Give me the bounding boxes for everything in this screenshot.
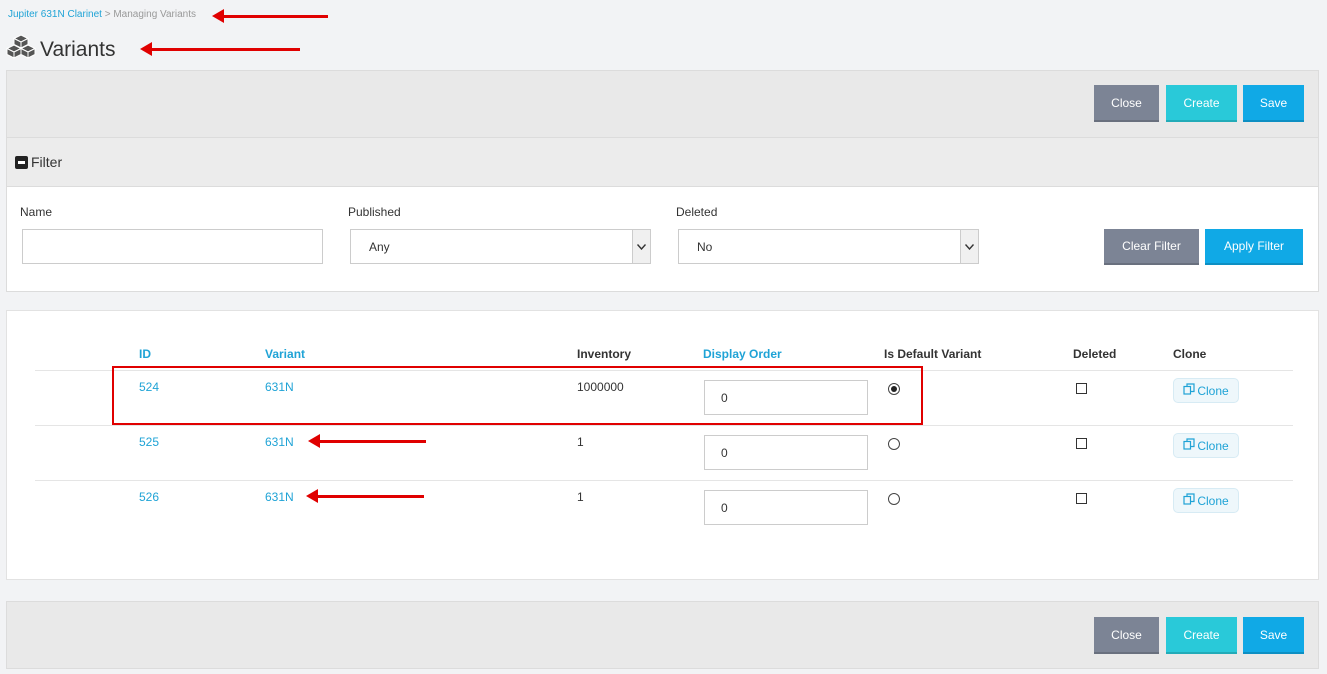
column-header-variant[interactable]: Variant: [265, 347, 305, 361]
breadcrumb: Jupiter 631N Clarinet > Managing Variant…: [8, 9, 196, 20]
annotation-arrow: [306, 489, 424, 503]
annotation-arrow: [308, 434, 426, 448]
row-divider: [35, 425, 1293, 426]
published-select[interactable]: Any: [350, 229, 651, 264]
deleted-checkbox[interactable]: [1076, 493, 1087, 504]
clone-button[interactable]: Clone: [1173, 378, 1239, 403]
copy-icon: [1183, 438, 1195, 453]
variant-name-link[interactable]: 631N: [265, 490, 294, 504]
copy-icon: [1183, 493, 1195, 508]
variant-name-link[interactable]: 631N: [265, 435, 294, 449]
column-header-clone: Clone: [1173, 347, 1207, 361]
apply-filter-button[interactable]: Apply Filter: [1205, 229, 1303, 265]
create-button[interactable]: Create: [1166, 617, 1237, 654]
default-variant-radio[interactable]: [888, 438, 900, 450]
name-label: Name: [20, 205, 53, 219]
breadcrumb-current: Managing Variants: [113, 9, 196, 20]
default-variant-radio[interactable]: [888, 493, 900, 505]
close-button[interactable]: Close: [1094, 617, 1159, 654]
bottom-toolbar: Close Create Save: [6, 601, 1319, 669]
clone-label: Clone: [1197, 383, 1229, 398]
clear-filter-button[interactable]: Clear Filter: [1104, 229, 1199, 265]
inventory-value: 1: [577, 435, 584, 449]
inventory-value: 1: [577, 490, 584, 504]
display-order-input[interactable]: [704, 490, 868, 525]
deleted-checkbox[interactable]: [1076, 383, 1087, 394]
annotation-arrow: [140, 42, 300, 56]
chevron-down-icon: [632, 230, 650, 263]
breadcrumb-separator: >: [101, 9, 114, 20]
column-header-display-order[interactable]: Display Order: [703, 347, 782, 361]
save-button[interactable]: Save: [1243, 617, 1304, 654]
copy-icon: [1183, 383, 1195, 398]
published-label: Published: [348, 205, 401, 219]
chevron-down-icon: [960, 230, 978, 263]
close-button[interactable]: Close: [1094, 85, 1159, 122]
filter-title: Filter: [31, 154, 63, 170]
variant-id-link[interactable]: 526: [139, 490, 159, 504]
variants-table: ID Variant Inventory Display Order Is De…: [6, 310, 1319, 580]
collapse-minus-icon[interactable]: [15, 156, 28, 169]
filter-panel: Filter Name Published Any Deleted No Cle…: [6, 137, 1319, 292]
top-toolbar: Close Create Save: [6, 70, 1319, 138]
column-header-deleted: Deleted: [1073, 347, 1117, 361]
deleted-label: Deleted: [676, 205, 718, 219]
save-button[interactable]: Save: [1243, 85, 1304, 122]
deleted-checkbox[interactable]: [1076, 438, 1087, 449]
page-title: Variants: [40, 37, 116, 61]
column-header-id[interactable]: ID: [139, 347, 151, 361]
variant-id-link[interactable]: 525: [139, 435, 159, 449]
row-divider: [35, 480, 1293, 481]
name-filter-input[interactable]: [22, 229, 323, 264]
published-selected-value: Any: [369, 239, 390, 254]
column-header-is-default: Is Default Variant: [884, 347, 982, 361]
deleted-select[interactable]: No: [678, 229, 979, 264]
annotation-arrow: [212, 9, 328, 23]
column-header-inventory: Inventory: [577, 347, 632, 361]
cubes-icon: [5, 34, 37, 65]
filter-header[interactable]: Filter: [7, 138, 1318, 187]
clone-label: Clone: [1197, 438, 1229, 453]
clone-button[interactable]: Clone: [1173, 433, 1239, 458]
display-order-input[interactable]: [704, 435, 868, 470]
annotation-highlight-box: [112, 366, 923, 425]
deleted-selected-value: No: [697, 239, 713, 254]
breadcrumb-parent-link[interactable]: Jupiter 631N Clarinet: [8, 9, 102, 20]
clone-label: Clone: [1197, 493, 1229, 508]
create-button[interactable]: Create: [1166, 85, 1237, 122]
page-header: Variants: [5, 34, 116, 65]
clone-button[interactable]: Clone: [1173, 488, 1239, 513]
